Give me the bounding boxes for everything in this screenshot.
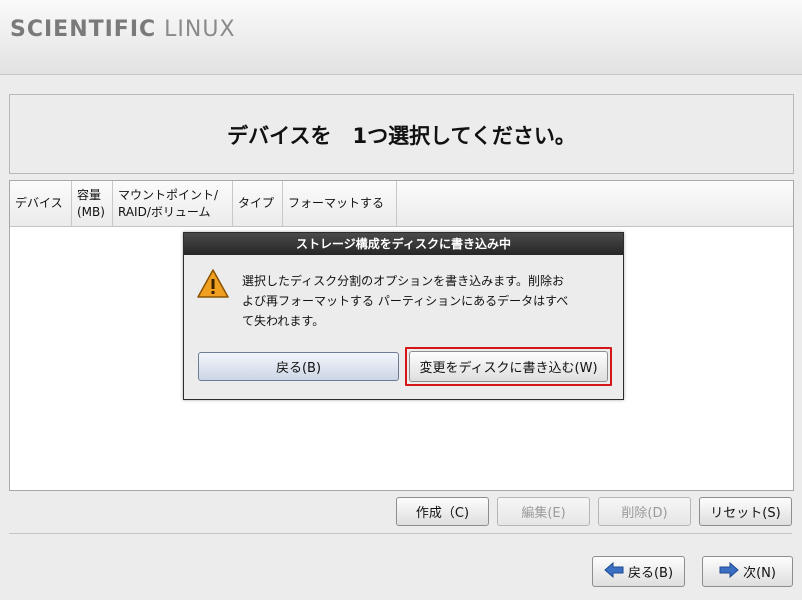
column-device[interactable]: デバイス xyxy=(10,181,72,226)
dialog-title: ストレージ構成をディスクに書き込み中 xyxy=(184,233,623,255)
logo-text-secondary: LINUX xyxy=(164,17,236,42)
column-mount-point[interactable]: マウントポイント/ RAID/ボリューム xyxy=(113,181,233,226)
page-title: デバイスを 1つ選択してください。 xyxy=(227,124,576,148)
column-format[interactable]: フォーマットする xyxy=(283,181,397,226)
write-to-disk-button[interactable]: 変更をディスクに書き込む(W) xyxy=(405,347,612,386)
installer-banner: SCIENTIFIC LINUX xyxy=(0,0,802,75)
column-type[interactable]: タイプ xyxy=(233,181,283,226)
separator xyxy=(9,533,792,534)
delete-button[interactable]: 削除(D) xyxy=(598,497,691,526)
create-button[interactable]: 作成（C) xyxy=(396,497,489,526)
next-label: 次(N) xyxy=(743,566,776,581)
write-changes-dialog: ストレージ構成をディスクに書き込み中 選択したディスク分割のオプションを書き込み… xyxy=(183,232,624,400)
dialog-back-label: 戻る(B) xyxy=(275,361,322,376)
table-header: デバイス 容量 (MB) マウントポイント/ RAID/ボリューム タイプ フォ… xyxy=(10,181,793,227)
write-to-disk-label: 変更をディスクに書き込む(W) xyxy=(419,361,598,376)
dialog-message: 選択したディスク分割のオプションを書き込みます。削除および再フォーマットする パ… xyxy=(242,274,569,328)
warning-icon xyxy=(197,268,229,300)
next-button[interactable]: 次(N) xyxy=(702,556,793,587)
reset-button[interactable]: リセット(S) xyxy=(699,497,792,526)
arrow-left-icon xyxy=(604,561,624,582)
back-label: 戻る(B) xyxy=(627,566,674,581)
arrow-right-icon xyxy=(719,561,739,582)
logo-text-primary: SCIENTIFIC xyxy=(10,17,157,42)
column-size[interactable]: 容量 (MB) xyxy=(72,181,113,226)
back-button[interactable]: 戻る(B) xyxy=(592,556,685,587)
edit-button[interactable]: 編集(E) xyxy=(497,497,590,526)
distro-logo: SCIENTIFIC LINUX xyxy=(10,17,236,42)
page-header: デバイスを 1つ選択してください。 xyxy=(9,94,794,174)
dialog-back-button[interactable]: 戻る(B) xyxy=(198,352,399,381)
